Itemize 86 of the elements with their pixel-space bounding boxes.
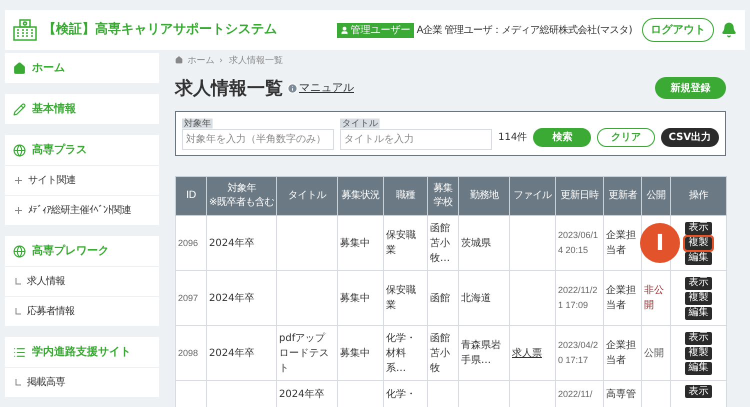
app-title: 【検証】高専キャリアサポートシステム (43, 20, 277, 40)
table-cell: 青森県岩手県… (461, 340, 501, 366)
row-action-button[interactable]: 編集 (685, 306, 712, 320)
notification-bell-icon[interactable] (721, 22, 737, 38)
plus-icon (15, 207, 22, 214)
table-cell: 企業担当者 (606, 230, 636, 256)
branch-icon (15, 278, 21, 285)
table-cell: 募集中 (340, 292, 370, 304)
globe-icon (13, 244, 26, 258)
plus-icon (15, 177, 22, 184)
sidebar-item[interactable]: 応募者情報 (5, 297, 159, 326)
row-action-button[interactable]: 編集 (685, 362, 712, 374)
row-action-button[interactable]: 表示 (685, 276, 712, 290)
sidebar-item[interactable]: サイト関連 (5, 166, 159, 195)
table-cell: 函館苫小牧… (430, 222, 450, 264)
column-header: 対象年 ※既卒者も含む (206, 176, 276, 216)
sidebar-item[interactable]: 掲載高専 (5, 368, 159, 397)
table-cell: 2023/04/20 17:17 (558, 340, 598, 365)
column-header: ID (176, 176, 206, 216)
table-cell: 2023/06/14 20:15 (558, 230, 598, 255)
branch-icon (15, 379, 21, 386)
table-cell: 函館苫小牧 (430, 332, 450, 374)
search-field[interactable]: 対象年を入力（半角数字のみ） (182, 128, 334, 150)
column-header: ファイル (510, 176, 556, 216)
sidebar-item[interactable]: 求人情報 (5, 267, 159, 296)
table-cell: 北海道 (461, 292, 491, 304)
column-header: 勤務地 (458, 176, 510, 216)
table-cell: 企業担当者 (606, 285, 636, 311)
table-cell: 化学・材料系… (386, 332, 416, 374)
home-icon (175, 56, 183, 64)
row-action-button[interactable]: 表示 (685, 385, 712, 398)
table-cell: 募集中 (340, 238, 370, 248)
column-header: 職種 (384, 176, 428, 216)
csv-export-button[interactable]: CSV出力 (660, 128, 719, 147)
manual-link[interactable]: マニュアル (299, 80, 354, 96)
table-cell: 非公開 (644, 285, 664, 311)
list-icon (13, 346, 26, 358)
table-cell: 2022/11/21 17:09 (558, 285, 598, 310)
table-cell: 2097 (178, 292, 198, 302)
row-action-button[interactable]: 複製 (685, 292, 712, 304)
table-cell: 保安職業 (386, 230, 416, 256)
table-cell: 保安職業 (386, 285, 416, 311)
table-cell: 2024年卒 (209, 292, 254, 304)
table-cell: 2024年卒 (279, 389, 324, 400)
table-cell: 化学・ (386, 389, 416, 400)
column-header: 操作 (670, 176, 726, 216)
row-action-button[interactable]: 編集 (685, 252, 712, 264)
building-icon (13, 19, 37, 41)
field-label: タイトル (340, 118, 380, 128)
row-action-button[interactable]: 複製 (685, 236, 712, 250)
step-marker: I (640, 223, 680, 263)
table-cell: 企業担当者 (606, 340, 636, 366)
column-header: 公開 (642, 176, 670, 216)
breadcrumb-separator: › (219, 54, 223, 67)
table-cell: 高専管 (606, 389, 636, 400)
table-cell: 函館 (430, 292, 450, 304)
field-label: 対象年 (182, 118, 213, 128)
file-link[interactable]: 求人票 (512, 348, 542, 358)
pencil-icon (13, 102, 26, 116)
column-header: 募集状況 (338, 176, 384, 216)
table-cell: 2024年卒 (209, 238, 254, 248)
table-cell: 茨城県 (461, 238, 491, 248)
info-icon (287, 82, 298, 94)
branch-icon (15, 308, 21, 315)
table-cell: 2024年卒 (209, 348, 254, 358)
column-header: タイトル (276, 176, 338, 216)
home-icon (13, 62, 26, 74)
role-badge: 管理ユーザー (336, 22, 414, 38)
column-header: 更新者 (604, 176, 642, 216)
row-action-button[interactable]: 複製 (685, 346, 712, 360)
column-header: 更新日時 (556, 176, 604, 216)
column-header: 募集学校 (428, 176, 458, 216)
table-cell: pdfアップロードテスト (279, 332, 329, 374)
globe-icon (13, 144, 26, 156)
table-cell: 2022/11/ (558, 389, 592, 399)
search-field[interactable]: タイトルを入力 (340, 128, 492, 150)
result-count: 114件 (498, 131, 528, 145)
table-cell: 2098 (178, 348, 198, 358)
row-action-button[interactable]: 表示 (685, 332, 712, 344)
row-action-button[interactable]: 表示 (685, 222, 712, 234)
page-title: 求人情報一覧 (175, 76, 283, 100)
sidebar-item[interactable]: ﾒﾃﾞｨｱ総研主催ｲﾍﾞﾝﾄ関連 (5, 196, 159, 225)
table-cell: 募集中 (340, 348, 370, 358)
table-cell: 2096 (178, 238, 198, 248)
table-cell: 公開 (644, 348, 664, 358)
user-name: A企業 管理ユーザ：メディア総研株式会社(マスタ) (416, 24, 632, 38)
